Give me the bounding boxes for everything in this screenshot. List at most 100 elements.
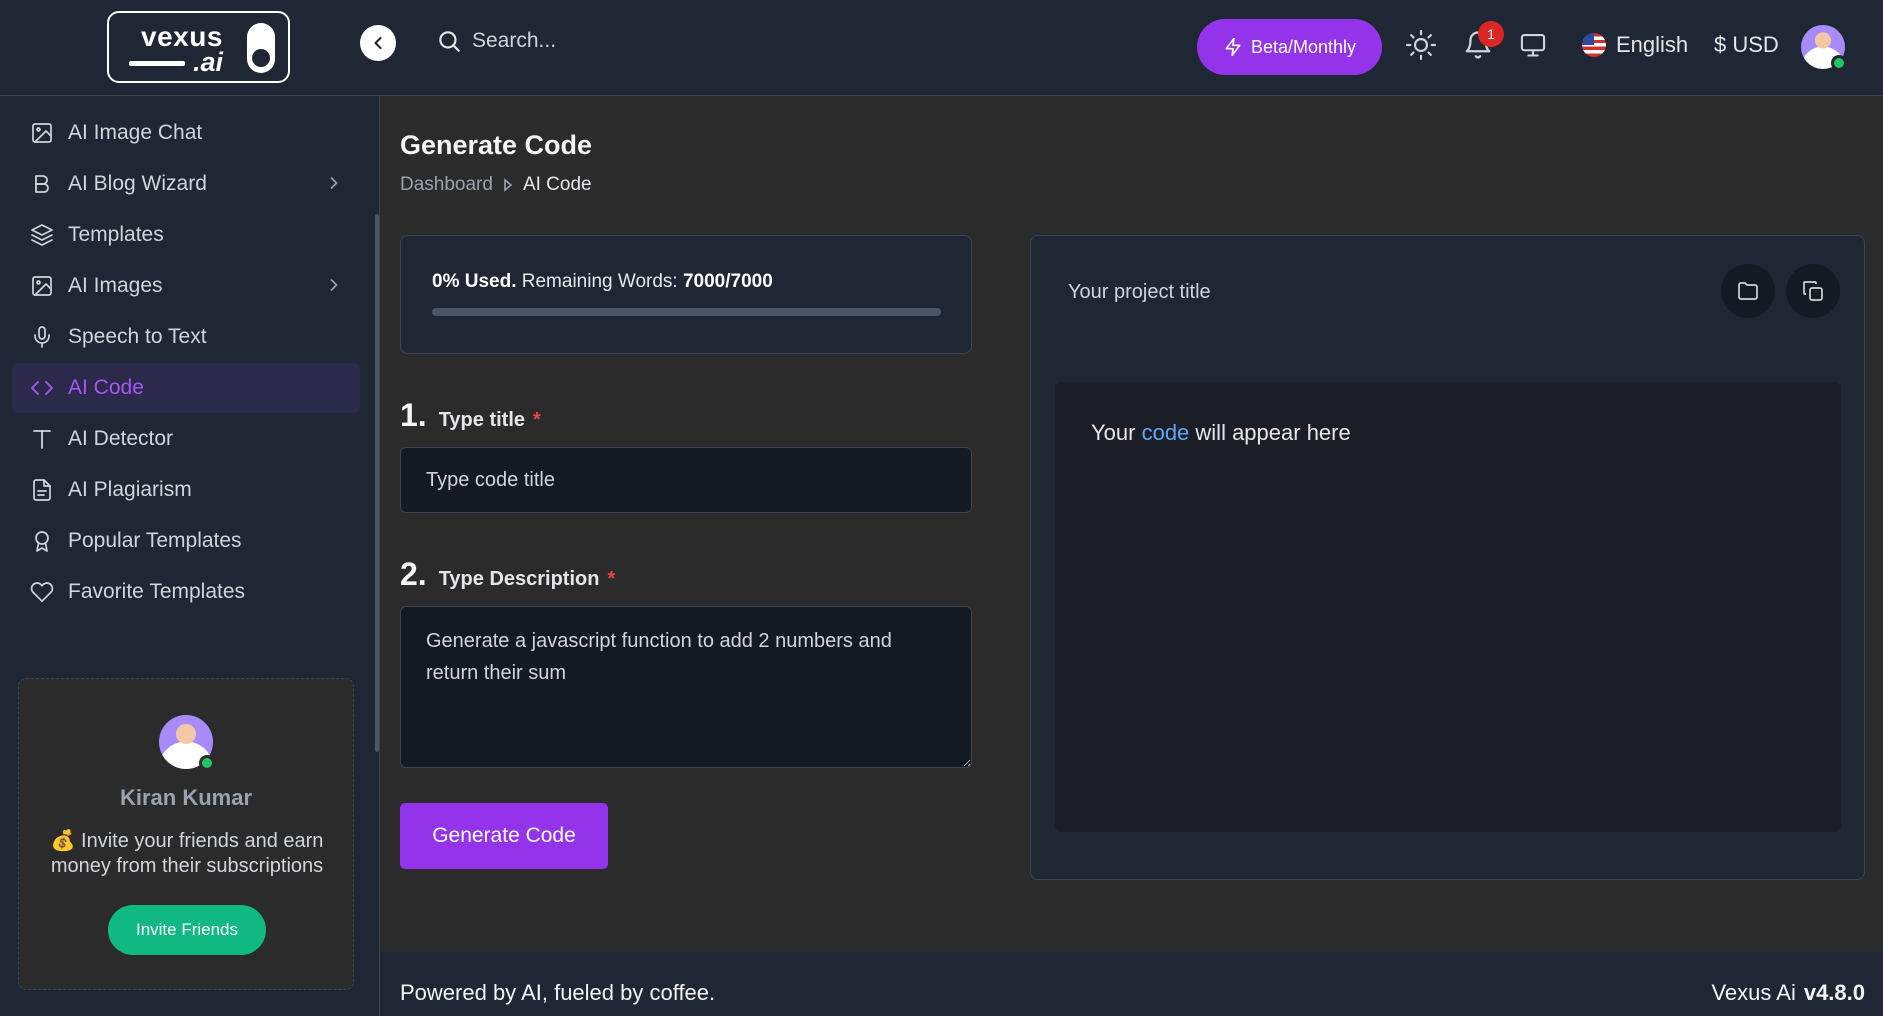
user-avatar-button[interactable] bbox=[1801, 25, 1847, 71]
language-selector[interactable]: English bbox=[1582, 32, 1688, 58]
sidebar-item-label: AI Blog Wizard bbox=[68, 172, 207, 195]
copy-icon bbox=[1803, 281, 1823, 301]
step-title: Type Description * bbox=[438, 568, 616, 590]
project-title[interactable]: Your project title bbox=[1068, 281, 1211, 304]
sidebar-item-label: Popular Templates bbox=[68, 529, 242, 552]
search-box[interactable]: Search... bbox=[436, 28, 556, 54]
footer-brand: Vexus Ai bbox=[1711, 980, 1796, 1005]
referral-message: 💰 Invite your friends and earn money fro… bbox=[37, 829, 337, 879]
sidebar-item-label: AI Detector bbox=[68, 427, 174, 450]
logo-toggle-icon bbox=[247, 23, 275, 73]
award-icon bbox=[35, 531, 49, 552]
code-output-area[interactable]: Your code will appear here bbox=[1055, 382, 1841, 832]
sidebar-item-label: AI Image Chat bbox=[68, 121, 203, 144]
plan-button[interactable]: Beta/Monthly bbox=[1197, 19, 1382, 75]
sidebar-item-speech-to-text[interactable]: Speech to Text bbox=[12, 312, 360, 362]
sidebar-item-label: AI Plagiarism bbox=[68, 478, 192, 501]
sidebar-item-label: AI Images bbox=[68, 274, 163, 297]
output-card: Your project title Your code will appear… bbox=[1030, 235, 1865, 880]
referral-avatar bbox=[159, 715, 215, 771]
code-title-input[interactable] bbox=[400, 447, 972, 513]
heart-icon bbox=[30, 582, 54, 603]
code-icon bbox=[31, 381, 53, 395]
footer-tagline: Powered by AI, fueled by coffee. bbox=[400, 980, 716, 1005]
sidebar-item-popular-templates[interactable]: Popular Templates bbox=[12, 516, 360, 566]
invite-friends-button[interactable]: Invite Friends bbox=[108, 905, 266, 955]
code-description-textarea[interactable] bbox=[400, 606, 972, 768]
sidebar-item-ai-image-chat[interactable]: AI Image Chat bbox=[12, 108, 360, 158]
logo-bar bbox=[129, 61, 185, 66]
sidebar-item-label: Favorite Templates bbox=[68, 580, 246, 603]
save-folder-button[interactable] bbox=[1721, 264, 1775, 318]
step-2-label: 2. Type Description * bbox=[400, 556, 615, 593]
collapse-sidebar-button[interactable] bbox=[360, 25, 396, 61]
sidebar-item-label: Speech to Text bbox=[68, 325, 207, 348]
caret-right-icon bbox=[504, 178, 513, 192]
usage-used: 0% Used. bbox=[432, 271, 517, 292]
code-highlight: code bbox=[1141, 420, 1190, 445]
required-asterisk: * bbox=[607, 568, 616, 590]
footer: Powered by AI, fueled by coffee. Vexus A… bbox=[380, 952, 1883, 1016]
referral-text: Invite your friends and earn money from … bbox=[50, 830, 324, 877]
sidebar: AI Image Chat AI Blog Wizard Templates A… bbox=[0, 96, 380, 1016]
step-1-label: 1. Type title * bbox=[400, 397, 541, 434]
file-text-icon bbox=[33, 479, 51, 501]
us-flag-icon bbox=[1582, 33, 1606, 57]
online-status-dot bbox=[1831, 55, 1847, 71]
search-placeholder: Search... bbox=[472, 29, 557, 52]
sidebar-item-ai-detector[interactable]: AI Detector bbox=[12, 414, 360, 464]
step-number: 2. bbox=[400, 556, 427, 592]
page-title: Generate Code bbox=[400, 130, 593, 160]
money-bag-icon: 💰 bbox=[50, 830, 76, 852]
usage-remaining-label: Remaining Words: bbox=[521, 271, 678, 292]
sidebar-scrollbar[interactable] bbox=[375, 214, 379, 752]
plan-label: Beta/Monthly bbox=[1250, 36, 1357, 57]
monitor-icon bbox=[1520, 34, 1546, 57]
image-icon bbox=[32, 123, 52, 143]
notifications-button[interactable]: 1 bbox=[1460, 21, 1504, 63]
breadcrumb-current: AI Code bbox=[522, 174, 592, 195]
referral-user-name: Kiran Kumar bbox=[119, 785, 253, 810]
language-label: English bbox=[1616, 32, 1689, 57]
generate-code-button[interactable]: Generate Code bbox=[400, 803, 608, 869]
sidebar-item-templates[interactable]: Templates bbox=[12, 210, 360, 260]
folder-icon bbox=[1738, 282, 1758, 300]
image-icon bbox=[32, 276, 52, 296]
sidebar-item-label: Templates bbox=[68, 223, 164, 246]
chevron-left-icon bbox=[374, 36, 382, 50]
step-title: Type title * bbox=[438, 409, 541, 431]
text-t-icon bbox=[33, 430, 51, 449]
notification-badge: 1 bbox=[1478, 21, 1504, 47]
usage-progress-bar bbox=[432, 308, 941, 316]
sidebar-item-label: AI Code bbox=[68, 376, 144, 399]
sidebar-item-ai-images[interactable]: AI Images bbox=[12, 261, 360, 311]
sidebar-item-ai-blog-wizard[interactable]: AI Blog Wizard bbox=[12, 159, 360, 209]
required-asterisk: * bbox=[533, 409, 541, 431]
vexus-logo[interactable]: vexus .ai bbox=[107, 11, 290, 83]
sidebar-item-favorite-templates[interactable]: Favorite Templates bbox=[12, 567, 360, 617]
search-icon bbox=[439, 31, 460, 52]
top-header: vexus .ai Search... Beta/Monthly 1 Engli… bbox=[0, 0, 1883, 96]
lightning-icon bbox=[1225, 37, 1241, 57]
chevron-right-icon bbox=[330, 177, 338, 189]
chevron-right-icon bbox=[330, 279, 338, 291]
code-output-placeholder: Your code will appear here bbox=[1091, 420, 1351, 445]
currency-selector[interactable]: $ USD bbox=[1714, 32, 1779, 58]
layers-icon bbox=[31, 224, 53, 246]
breadcrumb-dashboard-link[interactable]: Dashboard bbox=[400, 174, 493, 196]
fullscreen-button[interactable] bbox=[1515, 27, 1551, 63]
online-status-dot bbox=[199, 755, 215, 771]
sidebar-item-ai-code[interactable]: AI Code bbox=[12, 363, 360, 413]
copy-button[interactable] bbox=[1786, 264, 1840, 318]
sidebar-item-ai-plagiarism[interactable]: AI Plagiarism bbox=[12, 465, 360, 515]
referral-card: Kiran Kumar 💰 Invite your friends and ea… bbox=[18, 678, 354, 990]
theme-toggle-button[interactable] bbox=[1403, 27, 1439, 63]
version-number: v4.8.0 bbox=[1803, 980, 1865, 1005]
sun-icon bbox=[1405, 29, 1437, 61]
usage-remaining-value: 7000/7000 bbox=[682, 271, 773, 292]
usage-summary: 0% Used. Remaining Words: 7000/7000 bbox=[432, 271, 773, 293]
footer-version: Vexus Ai v4.8.0 bbox=[1711, 980, 1865, 1006]
usage-card: 0% Used. Remaining Words: 7000/7000 bbox=[400, 235, 972, 354]
logo-suffix: .ai bbox=[193, 47, 224, 77]
bold-b-icon bbox=[35, 175, 49, 193]
